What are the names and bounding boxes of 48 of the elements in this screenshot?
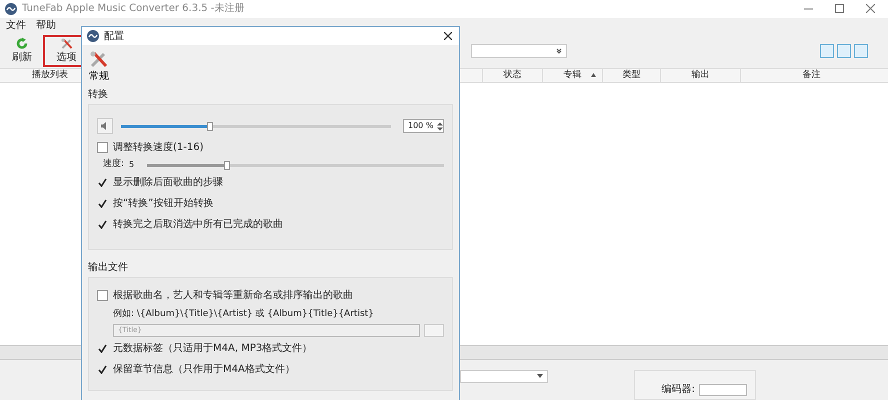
volume-slider[interactable] xyxy=(121,122,391,130)
volume-spinbox[interactable]: 100 % xyxy=(403,119,444,133)
option-label: 调整转换速度(1-16) xyxy=(113,142,204,152)
option-label: 显示删除后面歌曲的步骤 xyxy=(113,178,223,188)
speed-label: 速度: xyxy=(103,158,126,172)
checkbox[interactable] xyxy=(97,177,108,188)
toolbar-button[interactable]: 刷新 xyxy=(4,34,40,67)
menu-item[interactable]: 文件 xyxy=(6,18,26,34)
menu-item[interactable]: 帮助 xyxy=(36,18,56,34)
maximize-icon[interactable] xyxy=(835,4,844,14)
speaker-icon[interactable] xyxy=(97,118,113,134)
checkbox[interactable] xyxy=(97,198,108,209)
chevron-down-icon xyxy=(556,48,562,54)
checkbox[interactable] xyxy=(97,343,108,354)
view-toggle-icon[interactable] xyxy=(837,44,851,58)
speed-slider[interactable] xyxy=(147,160,444,170)
option-label: 按“转换”按钮开始转换 xyxy=(113,198,214,208)
option-label: 保留章节信息（只作用于M4A格式文件） xyxy=(113,364,295,374)
checkbox[interactable] xyxy=(97,219,108,230)
column-header[interactable]: 输出 xyxy=(660,68,740,82)
checkbox[interactable] xyxy=(97,142,108,153)
section-title: 输出文件 xyxy=(87,260,129,275)
column-header[interactable]: 状态 xyxy=(482,68,542,82)
close-icon[interactable] xyxy=(444,32,452,40)
checkbox[interactable] xyxy=(97,364,108,375)
view-toggle-icon[interactable] xyxy=(820,44,834,58)
app-logo-icon xyxy=(87,30,99,42)
dialog-title: 配置 xyxy=(104,30,124,44)
option-label: 根据歌曲名，艺人和专辑等重新命名或排序输出的歌曲 xyxy=(113,290,353,300)
dropdown-caret-icon xyxy=(537,374,543,378)
speed-value: 5 xyxy=(129,159,136,171)
column-header[interactable]: 类型 xyxy=(602,68,660,82)
encoder-label: 编码器: xyxy=(662,382,695,398)
example-text: 例如: \{Album}\{Title}\{Artist} 或 {Album}{Title}{Artist} xyxy=(112,308,375,321)
view-toggle-icon[interactable] xyxy=(854,44,868,58)
sidebar-title: 播放列表 xyxy=(31,68,69,82)
column-header[interactable]: 专辑 xyxy=(542,68,602,82)
checkbox[interactable] xyxy=(97,290,108,301)
window-title: TuneFab Apple Music Converter 6.3.5 -未注册 xyxy=(22,2,244,16)
settings-tab[interactable]: 常规 xyxy=(87,48,111,84)
spin-arrows-icon[interactable] xyxy=(437,122,443,130)
option-label: 转换完之后取消选中所有已完成的歌曲 xyxy=(113,220,283,230)
column-header[interactable]: 备注 xyxy=(740,68,882,82)
app-logo-icon xyxy=(5,2,17,15)
sort-caret-icon xyxy=(591,72,596,77)
section-title: 转换 xyxy=(87,88,109,102)
tools-icon xyxy=(89,48,109,68)
option-label: 元数据标签（只适用于M4A, MP3格式文件） xyxy=(113,344,312,354)
